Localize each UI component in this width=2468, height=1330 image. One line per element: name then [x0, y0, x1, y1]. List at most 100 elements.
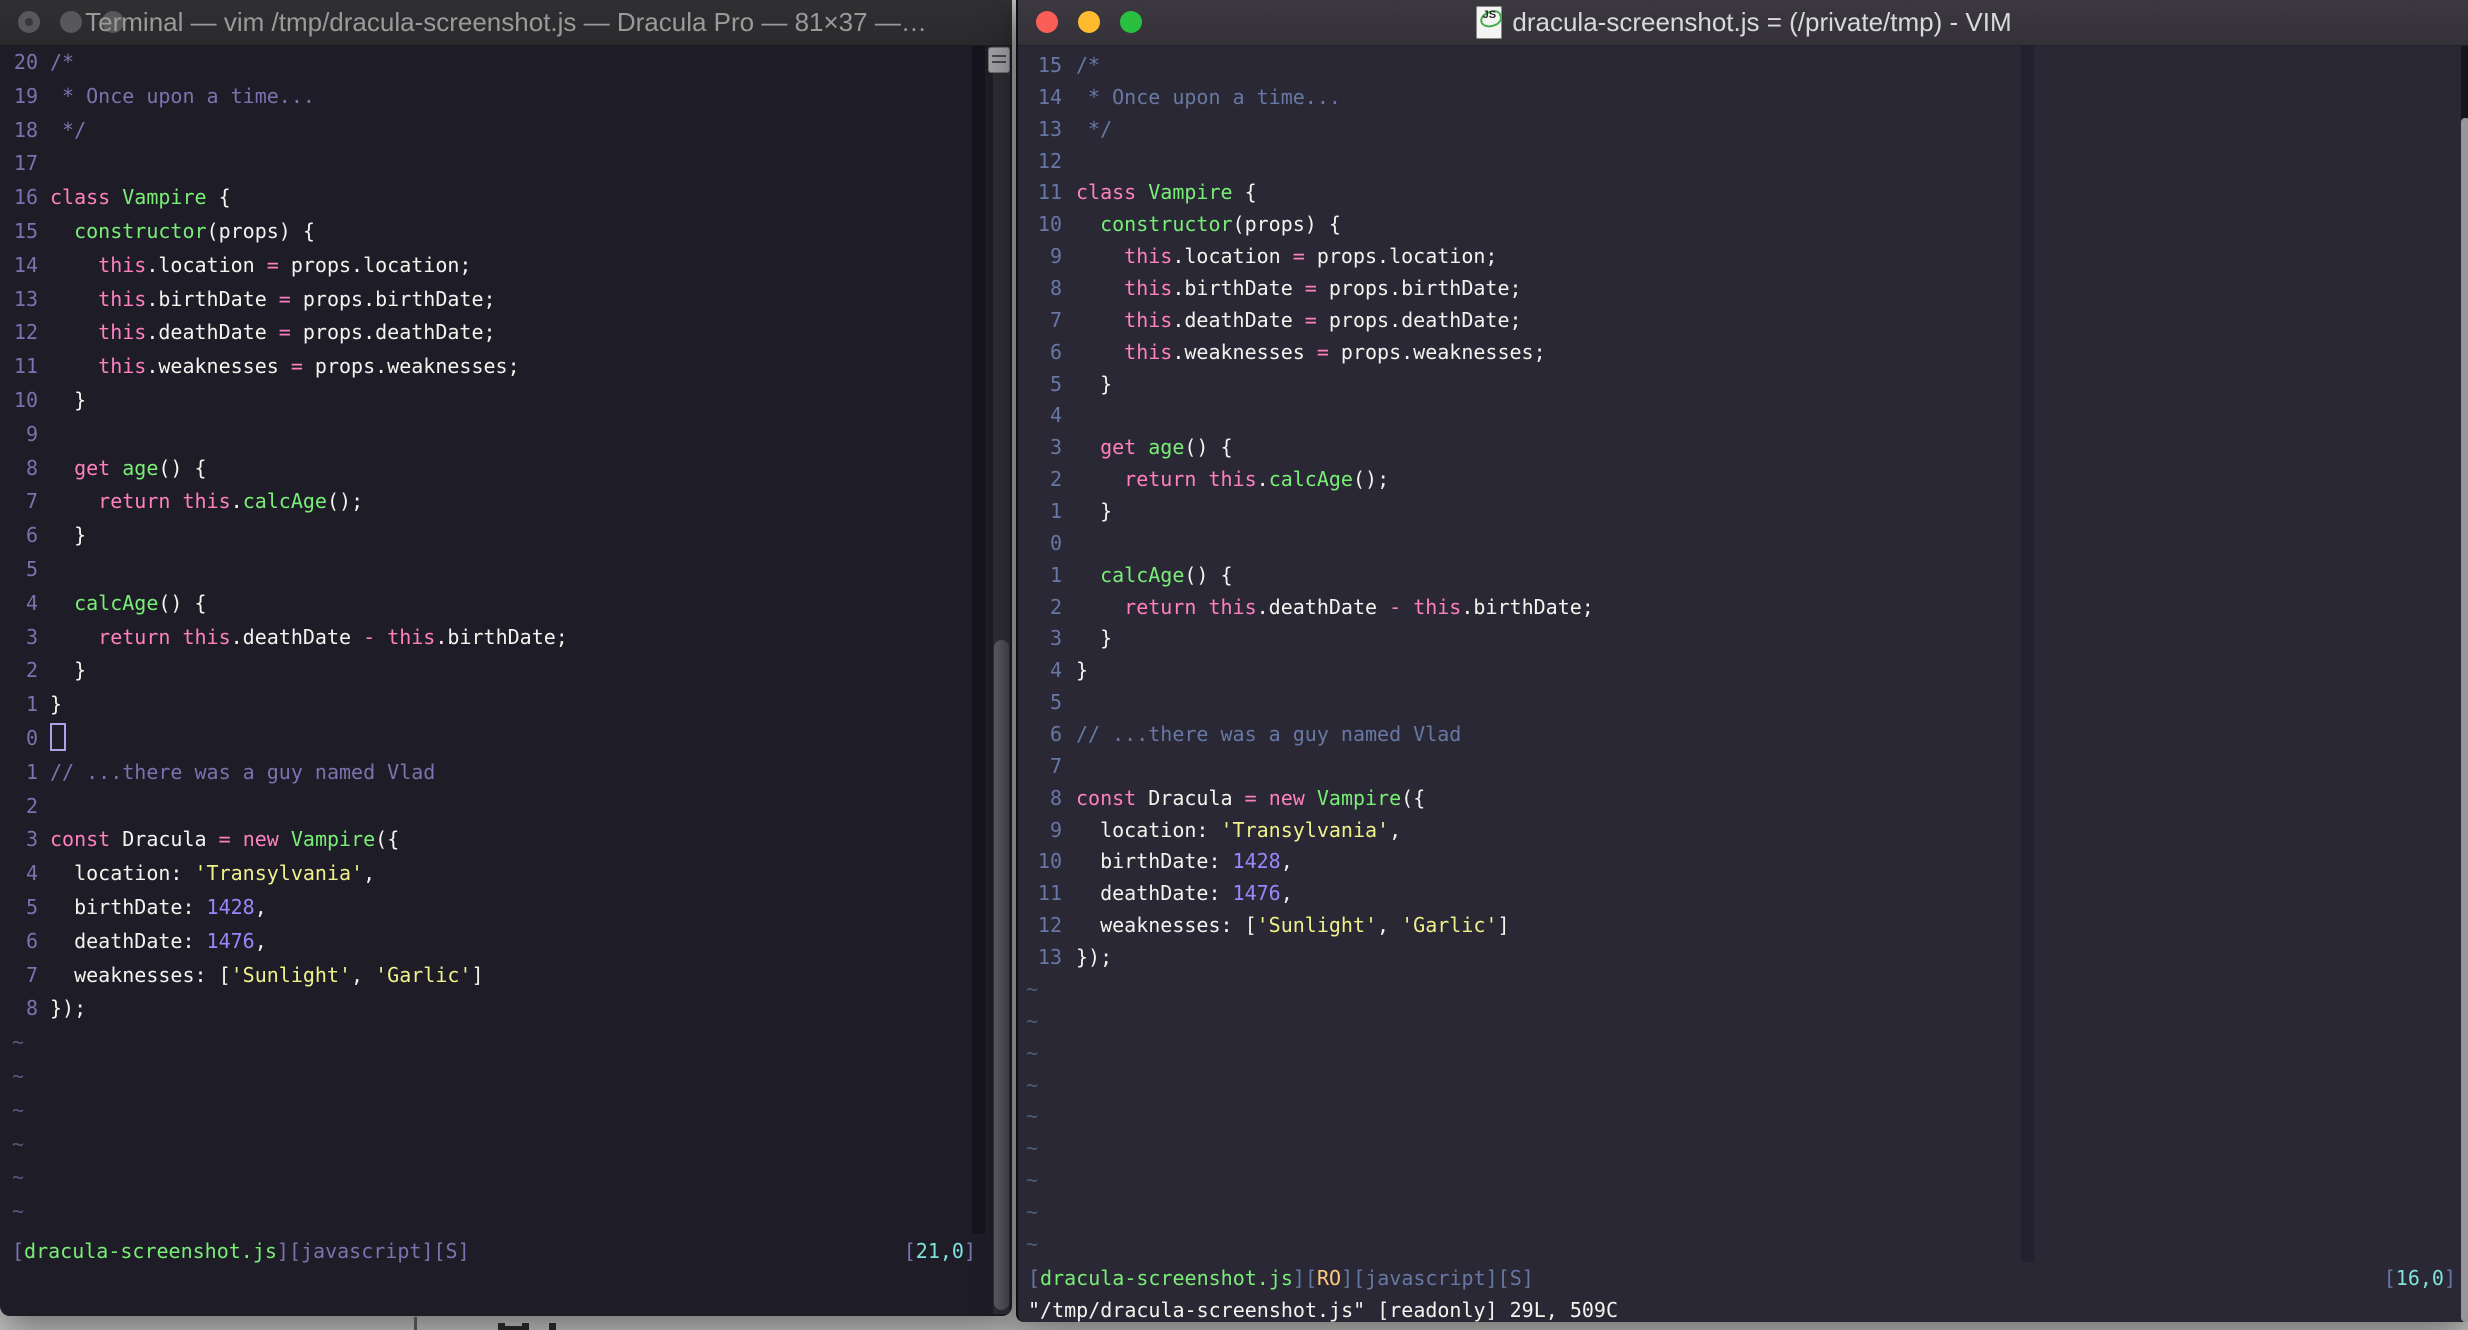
text-segment: 'Transylvania' — [194, 861, 364, 886]
code-line[interactable]: 7 return this.calcAge(); — [0, 485, 990, 519]
vim-commandline: "/tmp/dracula-screenshot.js" [readonly] … — [1018, 1294, 2468, 1322]
code-line[interactable]: 16 class Vampire { — [0, 181, 990, 215]
code-line[interactable]: 20 /* — [0, 46, 990, 80]
code-line[interactable]: 9 location: 'Transylvania', — [1018, 815, 2454, 847]
code-line[interactable]: 9 — [0, 418, 990, 452]
code-line[interactable]: 13 */ — [1018, 114, 2454, 146]
line-number: 13 — [13, 286, 38, 311]
text-segment: dracula-screenshot.js — [1040, 1266, 1293, 1290]
tilde-marker: ~ — [12, 1097, 25, 1122]
code-line[interactable]: 7 this.deathDate = props.deathDate; — [1018, 305, 2454, 337]
code-line[interactable]: 12 weaknesses: ['Sunlight', 'Garlic'] — [1018, 910, 2454, 942]
code-line[interactable]: 6 } — [0, 519, 990, 553]
line-number: 1 — [25, 759, 38, 784]
empty-buffer-line: ~ — [1018, 1070, 2454, 1102]
code-line[interactable]: 4 location: 'Transylvania', — [0, 857, 990, 891]
text-segment — [50, 489, 98, 513]
code-line[interactable]: 8 const Dracula = new Vampire({ — [1018, 783, 2454, 815]
code-line[interactable]: 5 — [1018, 687, 2454, 719]
code-line[interactable]: 9 this.location = props.location; — [1018, 241, 2454, 273]
text-segment — [50, 253, 98, 277]
code-line[interactable]: 15 /* — [1018, 50, 2454, 82]
code-line[interactable]: 6 this.weaknesses = props.weaknesses; — [1018, 337, 2454, 369]
code-line[interactable]: 18 */ — [0, 114, 990, 148]
code-line[interactable]: 0 — [1018, 528, 2454, 560]
code-line[interactable]: 14 * Once upon a time... — [1018, 82, 2454, 114]
code-line[interactable]: 3 return this.deathDate - this.birthDate… — [0, 621, 990, 655]
code-line[interactable]: 12 — [1018, 146, 2454, 178]
code-line[interactable]: 10 constructor(props) { — [1018, 209, 2454, 241]
code-line[interactable]: 2 return this.calcAge(); — [1018, 464, 2454, 496]
text-segment: deathDate: — [1076, 881, 1233, 906]
text-segment: (props) { — [1232, 212, 1341, 237]
text-segment: // ...there was a guy named Vlad — [1076, 722, 1462, 747]
code-line[interactable]: 8 this.birthDate = props.birthDate; — [1018, 273, 2454, 305]
code-line[interactable]: 5 — [0, 553, 990, 587]
code-line[interactable]: 11 this.weaknesses = props.weaknesses; — [0, 350, 990, 384]
text-segment: = — [218, 827, 231, 852]
scrollbar-thumb[interactable] — [994, 640, 1009, 1310]
macvim-titlebar[interactable]: JS dracula-screenshot.js = (/private/tmp)… — [1018, 0, 2468, 46]
text-segment: RO — [1317, 1266, 1342, 1290]
code-line[interactable]: 3 const Dracula = new Vampire({ — [0, 823, 990, 857]
text-segment: ({ — [1401, 785, 1426, 810]
text-segment: calcAge — [242, 489, 327, 514]
code-line[interactable]: 2 — [0, 790, 990, 824]
code-line[interactable]: 7 — [1018, 751, 2454, 783]
code-line[interactable]: 8 get age() { — [0, 452, 990, 486]
scrollbar-thumb[interactable] — [2461, 118, 2468, 1322]
code-line[interactable]: 10 birthDate: 1428, — [1018, 846, 2454, 878]
code-line[interactable]: 11 deathDate: 1476, — [1018, 878, 2454, 910]
text-segment: ({ — [375, 827, 400, 852]
line-number: 5 — [1049, 371, 1062, 396]
code-line[interactable]: 1 calcAge() { — [1018, 560, 2454, 592]
vim-buffer-right[interactable]: 15/* 14 * Once upon a time... 13 */12 11 cla… — [1018, 50, 2454, 1261]
text-segment — [375, 625, 387, 649]
code-line[interactable]: 17 — [0, 147, 990, 181]
code-line[interactable]: 1} — [0, 688, 990, 722]
code-line[interactable]: 3 get age() { — [1018, 432, 2454, 464]
code-line[interactable]: 6 // ...there was a guy named Vlad — [1018, 719, 2454, 751]
code-line[interactable]: 4 calcAge() { — [0, 587, 990, 621]
code-line[interactable]: 1 } — [1018, 496, 2454, 528]
terminal-titlebar[interactable]: Terminal — vim /tmp/dracula-screenshot.j… — [0, 0, 1012, 46]
code-line[interactable]: 4 — [1018, 400, 2454, 432]
line-number: 14 — [1037, 84, 1062, 109]
code-line[interactable]: 15 constructor(props) { — [0, 215, 990, 249]
code-line[interactable]: 4} — [1018, 655, 2454, 687]
vim-buffer-left[interactable]: 20/* 19 * Once upon a time... 18 */17 16 cla… — [0, 46, 990, 1229]
code-line[interactable]: 2 return this.deathDate - this.birthDate… — [1018, 592, 2454, 624]
text-segment: weaknesses: [ — [50, 962, 231, 987]
code-line[interactable]: 13}); — [1018, 942, 2454, 974]
code-line[interactable]: 2 } — [0, 654, 990, 688]
code-line[interactable]: 7 weaknesses: ['Sunlight', 'Garlic'] — [0, 959, 990, 993]
text-segment: , — [1280, 849, 1293, 874]
tilde-marker: ~ — [1026, 1168, 1039, 1193]
code-line[interactable]: 12 this.deathDate = props.deathDate; — [0, 316, 990, 350]
code-line[interactable]: 3 } — [1018, 623, 2454, 655]
code-line[interactable]: 11 class Vampire { — [1018, 177, 2454, 209]
line-number: 4 — [25, 861, 38, 886]
code-line[interactable]: 1 // ...there was a guy named Vlad — [0, 756, 990, 790]
code-line[interactable]: 10 } — [0, 384, 990, 418]
text-segment — [1076, 244, 1124, 268]
code-line[interactable]: 13 this.birthDate = props.birthDate; — [0, 283, 990, 317]
code-line[interactable]: 14 this.location = props.location; — [0, 249, 990, 283]
text-segment: ] — [963, 1239, 976, 1263]
code-line[interactable]: 19 * Once upon a time... — [0, 80, 990, 114]
text-segment — [1076, 467, 1124, 491]
code-line[interactable]: 5 } — [1018, 369, 2454, 401]
macvim-title-wrap: JS dracula-screenshot.js = (/private/tmp)… — [1018, 0, 2468, 45]
code-line[interactable]: 6 deathDate: 1476, — [0, 925, 990, 959]
text-segment: , — [254, 894, 267, 919]
scrollbar-marker-icon[interactable] — [988, 47, 1010, 73]
text-segment: 'Garlic' — [375, 962, 472, 987]
text-segment: this — [182, 489, 231, 514]
text-segment: } — [50, 692, 63, 717]
tilde-marker: ~ — [1026, 1199, 1039, 1224]
code-line[interactable]: 8}); — [0, 992, 990, 1026]
line-number: 12 — [1037, 913, 1062, 938]
code-line[interactable]: 0 — [0, 722, 990, 756]
text-segment: this — [1124, 244, 1173, 269]
code-line[interactable]: 5 birthDate: 1428, — [0, 891, 990, 925]
